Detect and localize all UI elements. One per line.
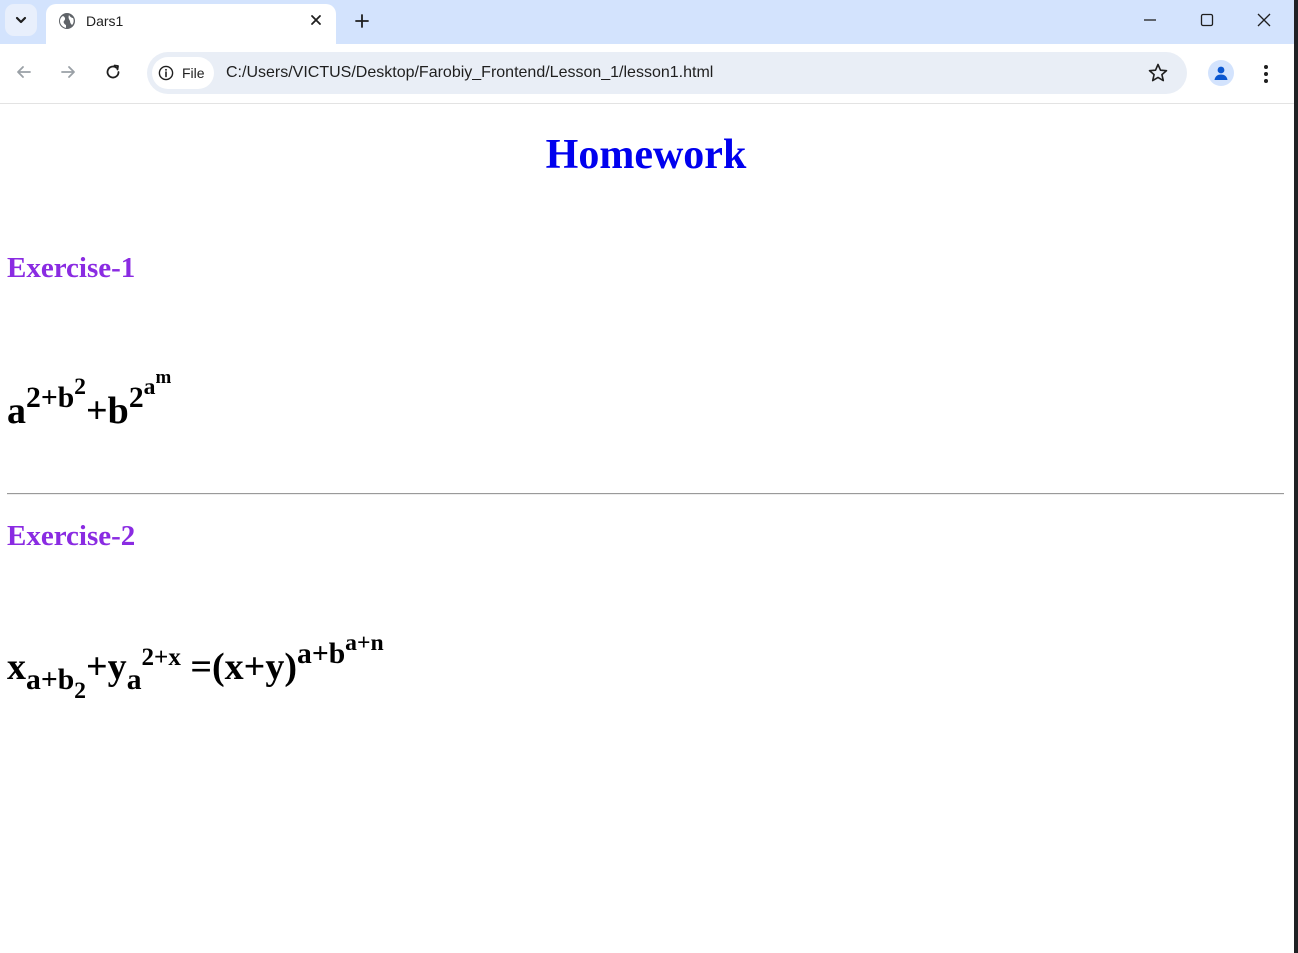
plus-icon bbox=[355, 14, 369, 28]
more-vert-icon bbox=[1264, 65, 1268, 83]
formula-superscript: am bbox=[143, 367, 172, 400]
new-tab-button[interactable] bbox=[350, 9, 374, 33]
formula-superscript: 2+b2 bbox=[26, 373, 87, 414]
page-title: Homework bbox=[545, 132, 747, 178]
formula-subscript: a+b2 bbox=[26, 664, 87, 704]
forward-button[interactable] bbox=[56, 60, 80, 84]
page-content: Homework Exercise-1 a2+b2+b2am Exercise-… bbox=[0, 104, 1294, 953]
minimize-button[interactable] bbox=[1138, 8, 1162, 32]
close-icon[interactable] bbox=[308, 12, 324, 28]
exercise-1-heading: Exercise-1 bbox=[7, 252, 136, 284]
arrow-left-icon bbox=[17, 66, 31, 78]
reload-icon bbox=[106, 64, 120, 79]
formula-superscript: 2+x bbox=[141, 644, 181, 672]
formula-subscript: 2 bbox=[74, 677, 87, 704]
tab-strip: Dars1 bbox=[0, 0, 1294, 44]
tab-title: Dars1 bbox=[86, 13, 124, 29]
arrow-right-icon bbox=[61, 66, 75, 78]
formula-term: a bbox=[7, 390, 26, 432]
divider bbox=[7, 493, 1284, 495]
reload-button[interactable] bbox=[101, 60, 125, 84]
browser-menu-button[interactable] bbox=[1254, 62, 1278, 86]
formula-superscript: a+n bbox=[345, 629, 384, 656]
close-icon bbox=[1257, 13, 1271, 27]
exercise-1-formula: a2+b2+b2am bbox=[7, 368, 171, 432]
window-close-button[interactable] bbox=[1252, 8, 1276, 32]
toolbar: File C:/Users/VICTUS/Desktop/Farobiy_Fro… bbox=[0, 44, 1294, 104]
window-edge bbox=[1294, 0, 1298, 953]
formula-superscript: 2am bbox=[128, 367, 172, 414]
info-icon bbox=[158, 65, 174, 81]
formula-term: +y bbox=[86, 646, 127, 688]
site-info-chip[interactable]: File bbox=[152, 57, 214, 89]
bookmark-star-icon[interactable] bbox=[1147, 62, 1169, 84]
chevron-down-icon bbox=[15, 16, 27, 24]
profile-avatar[interactable] bbox=[1208, 60, 1234, 86]
person-icon bbox=[1214, 66, 1228, 80]
back-button[interactable] bbox=[12, 60, 36, 84]
formula-term: +b bbox=[86, 390, 129, 432]
address-bar[interactable]: File C:/Users/VICTUS/Desktop/Farobiy_Fro… bbox=[147, 52, 1187, 94]
globe-icon bbox=[59, 13, 75, 29]
tab-search-button[interactable] bbox=[5, 4, 37, 36]
formula-superscript: a+ba+n bbox=[297, 629, 384, 670]
formula-term: x bbox=[7, 646, 26, 688]
formula-term: =(x+y) bbox=[180, 646, 297, 688]
formula-subscript: a bbox=[126, 664, 142, 697]
url-text[interactable]: C:/Users/VICTUS/Desktop/Farobiy_Frontend… bbox=[226, 63, 713, 83]
site-info-label: File bbox=[182, 65, 205, 81]
tab-active[interactable]: Dars1 bbox=[46, 4, 336, 44]
maximize-button[interactable] bbox=[1195, 8, 1219, 32]
exercise-2-heading: Exercise-2 bbox=[7, 520, 136, 552]
formula-superscript: m bbox=[155, 367, 172, 389]
exercise-2-formula: xa+b2+ya2+x =(x+y)a+ba+n bbox=[7, 631, 384, 703]
formula-superscript: 2 bbox=[74, 373, 87, 400]
minimize-icon bbox=[1144, 19, 1156, 21]
maximize-icon bbox=[1200, 13, 1214, 27]
